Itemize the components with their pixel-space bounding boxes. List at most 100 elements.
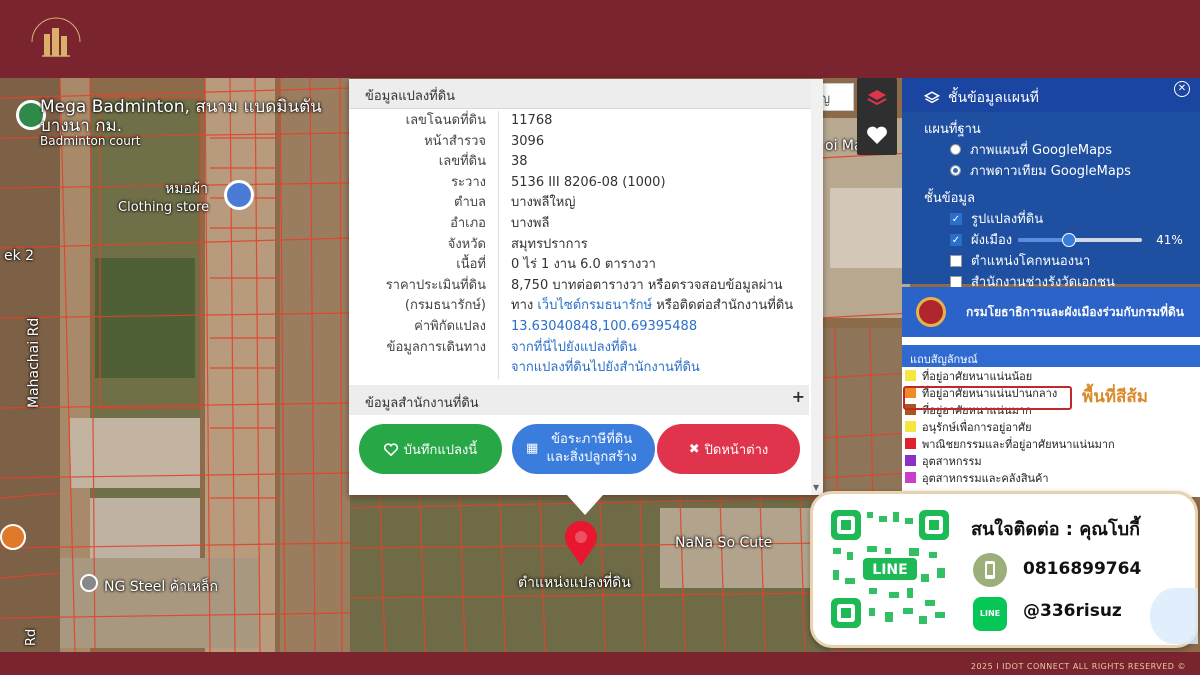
contact-phone[interactable]: 0816899764 [1023,559,1141,579]
popup-scrollbar[interactable]: ▼ [811,79,823,495]
info-key: หน้าสำรวจ [349,131,499,153]
map-label-badminton: Mega Badminton, สนาม แบดมินตัน บางนา กม. [40,97,322,136]
popup-title: ข้อมูลแปลงที่ดิน [349,79,823,109]
contact-line-id[interactable]: @336risuz [1023,601,1122,621]
map-layers-panel: ชั้นข้อมูลแผนที่ ✕ แผนที่ฐาน ภาพแผนที่ G… [902,78,1200,290]
layer-label: รูปแปลงที่ดิน [971,212,1044,227]
layers-title: ชั้นข้อมูลแผนที่ [948,90,1039,106]
map-label-nana: NaNa So Cute [675,535,773,551]
layer-label: ผังเมือง [971,233,1013,248]
info-key: เลขโฉนดที่ดิน [349,111,499,132]
close-layers-icon[interactable]: ✕ [1174,81,1190,97]
info-value: 0 ไร่ 1 งาน 6.0 ตารางวา [511,257,656,273]
info-key: ข้อมูลการเดินทาง [349,337,499,359]
map-label-clothing-sub: Clothing store [118,200,210,215]
info-row: จังหวัด สมุทรปราการ [349,234,809,256]
tax-info-button[interactable]: ▦ ข้อระภาษีที่ดินและสิ่งปลูกสร้าง [512,424,655,474]
basemap-option-roadmap[interactable]: ภาพแผนที่ GoogleMaps [902,139,1200,160]
radio-roadmap[interactable] [950,144,961,155]
info-row: ข้อมูลการเดินทาง จากที่นี่ไปยังแปลงที่ดิ… [349,337,809,359]
info-row: ระวาง 5136 III 8206-08 (1000) [349,172,809,194]
save-parcel-button[interactable]: บันทึกแปลงนี้ [359,424,502,474]
legend-item: ที่อยู่อาศัยหนาแน่นน้อย [902,367,1200,384]
scroll-down-icon[interactable]: ▼ [813,483,819,492]
legend-item: พาณิชยกรรมและที่อยู่อาศัยหนาแน่นมาก [902,435,1200,452]
map-label-road: Mahachai Rd [26,317,42,408]
legend-list: ที่อยู่อาศัยหนาแน่นน้อย ที่อยู่อาศัยหนาแน… [902,367,1200,486]
info-value: บางพลีใหญ่ [511,195,576,211]
layers-button[interactable] [857,78,897,118]
layer-khoknongna[interactable]: ตำแหน่งโคกหนองนา [902,250,1200,271]
legend-swatch [905,472,916,483]
legend-item: อุตสาหกรรมและคลังสินค้า [902,469,1200,486]
checkbox-parcels[interactable]: ✓ [950,212,962,225]
map-label-ek: ek 2 [4,248,35,264]
info-key: อำเภอ [349,213,499,235]
info-value: 38 [511,154,528,170]
info-key: เนื้อที่ [349,255,499,276]
expand-plus-icon[interactable]: + [792,387,805,406]
land-office-section[interactable]: ข้อมูลสำนักงานที่ดิน + [349,385,809,415]
info-row: (กรมธนารักษ์) ทาง เว็บไซต์กรมธนารักษ์ หร… [349,296,809,317]
popup-pointer [567,495,603,515]
map-pin-icon[interactable] [563,520,599,568]
phone-icon [973,553,1007,587]
directions-to-parcel-link[interactable]: จากที่นี่ไปยังแปลงที่ดิน [511,340,637,355]
close-popup-label: ปิดหน้าต่าง [704,442,769,458]
legend-item: อุตสาหกรรม [902,452,1200,469]
checkbox-surveyors[interactable] [950,275,962,288]
heart-icon [867,126,887,144]
layers-panel-header: ชั้นข้อมูลแผนที่ [902,78,1200,112]
map-label-road-short: Rd [24,628,39,646]
shop-marker-icon[interactable] [224,180,254,210]
parcel-info-popup: ข้อมูลแปลงที่ดิน เลขโฉนดที่ดิน 11768 หน้า… [349,79,823,495]
zoning-opacity-slider[interactable] [1018,232,1143,247]
contact-card: LINE สนใจติดต่อ : คุณโบกี้ 0816899764 LI… [810,491,1198,648]
directions-to-office-link[interactable]: จากแปลงที่ดินไปยังสำนักงานที่ดิน [511,360,700,375]
layers-icon [867,90,887,106]
favorite-button[interactable] [857,115,897,155]
info-value: 3096 [511,133,545,149]
land-office-title: ข้อมูลสำนักงานที่ดิน [365,396,479,411]
top-bar [0,0,1200,78]
info-row: ค่าพิกัดแปลง 13.63040848,100.69395488 [349,316,809,338]
layer-label: ตำแหน่งโคกหนองนา [971,254,1091,269]
chat-bubble[interactable] [1150,588,1198,644]
tax-info-label: ข้อระภาษีที่ดินและสิ่งปลูกสร้าง [546,432,637,465]
info-row: เลขโฉนดที่ดิน 11768 [349,111,809,132]
map-label-ngsteel: NG Steel ค้าเหล็ก [104,579,219,595]
basemap-option-label: ภาพแผนที่ GoogleMaps [970,143,1113,158]
legend-label: อุตสาหกรรมและคลังสินค้า [922,471,1049,485]
contact-title: สนใจติดต่อ : คุณโบกี้ [971,519,1140,540]
layers-stack-icon [924,91,940,104]
layer-zoning[interactable]: ✓ ผังเมือง 41% [902,229,1200,250]
coordinates-link[interactable]: 13.63040848,100.69395488 [511,319,697,334]
checkbox-khoknongna[interactable] [950,254,962,267]
info-key: (กรมธนารักษ์) [349,296,499,317]
basemap-option-satellite[interactable]: ภาพดาวเทียม GoogleMaps [902,160,1200,181]
treasury-website-link[interactable]: เว็บไซต์กรมธนารักษ์ [537,298,652,313]
legend-subtitle: แถบสัญลักษณ์ [902,345,1200,367]
cafe-marker-icon[interactable] [0,524,26,550]
store-marker-icon[interactable] [80,574,98,592]
info-value: ทาง เว็บไซต์กรมธนารักษ์ หรือติดต่อสำนักง… [499,296,793,317]
radio-satellite[interactable] [950,165,961,176]
orange-area-annotation: พื้นที่สีส้ม [1082,387,1148,407]
save-parcel-label: บันทึกแปลงนี้ [403,442,478,458]
legend-banner: กรมโยธาธิการและผังเมืองร่วมกับกรมที่ดิน [902,287,1200,337]
map-label-clothing: หมอผ้า [165,181,208,197]
legend-item: อนุรักษ์เพื่อการอยู่อาศัย [902,418,1200,435]
dept-prefix: ทาง [511,298,534,314]
checkbox-zoning[interactable]: ✓ [950,233,962,246]
info-row: หน้าสำรวจ 3096 [349,131,809,153]
basemap-option-label: ภาพดาวเทียม GoogleMaps [970,164,1131,179]
line-qr-code[interactable]: LINE [829,508,951,630]
base-map-heading: แผนที่ฐาน [924,122,981,137]
layer-parcels[interactable]: ✓ รูปแปลงที่ดิน [902,208,1200,229]
info-key: จังหวัด [349,234,499,256]
slider-handle[interactable] [1061,232,1076,247]
info-key: ราคาประเมินที่ดิน [349,275,499,297]
legend-highlight [903,386,1072,410]
close-popup-button[interactable]: ✖ ปิดหน้าต่าง [657,424,800,474]
info-row: เนื้อที่ 0 ไร่ 1 งาน 6.0 ตารางวา [349,255,809,276]
